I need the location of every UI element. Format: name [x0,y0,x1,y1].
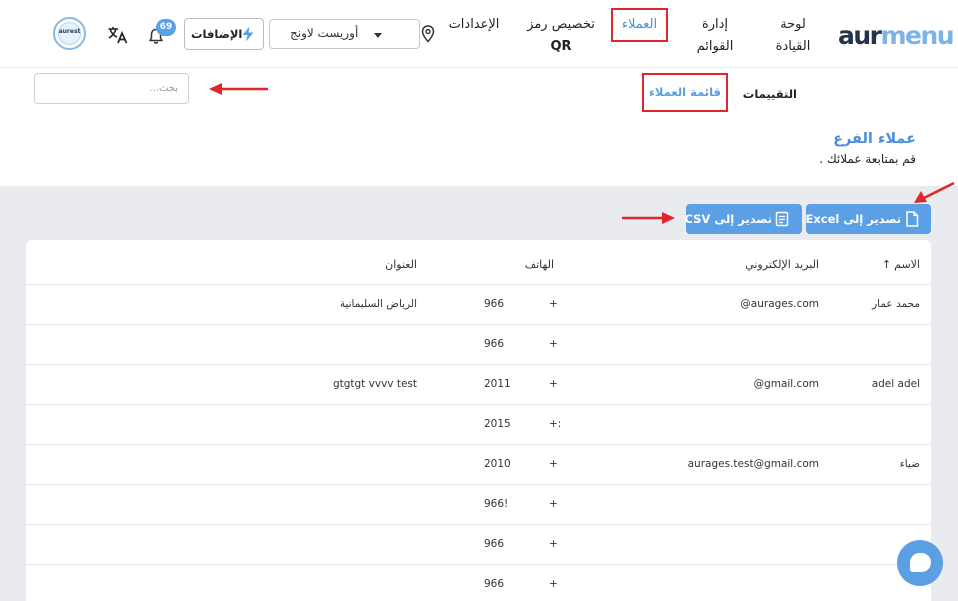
lightning-icon [242,26,254,42]
export-csv-button[interactable]: تصدير إلى CSV [684,204,802,234]
branch-select-value: أوريست لاونج [290,26,359,40]
location-pin-icon [421,25,435,43]
table-row[interactable]: + 966 [26,524,931,564]
addons-button[interactable]: الإضافات [184,18,264,50]
nav-settings[interactable]: الإعدادات [444,14,504,36]
sort-arrow-up-icon: ↑ [881,258,892,271]
red-arrow-annotation [622,212,675,224]
page-title: عملاء الفرع [833,131,916,147]
table-row[interactable]: adel adel @gmail.com + 2011 gtgtgt vvvv … [26,364,931,404]
page-subtitle: قم بمتابعة عملائك . [819,152,916,166]
file-icon [906,211,919,227]
notification-badge: 69 [156,19,176,36]
red-arrow-annotation [209,83,268,95]
search-input[interactable] [34,73,189,104]
column-header-name[interactable]: الاسم↑ [882,258,920,271]
top-header: aurmenu لوحة القيادة إدارة القوائم العمل… [0,0,958,68]
customers-table: الاسم↑ البريد الإلكتروني الهاتف العنوان … [26,240,931,601]
nav-qr-customization[interactable]: تخصيص رمز QR [526,14,596,58]
avatar[interactable]: aurest [53,17,86,50]
aurmenu-logo[interactable]: aurmenu [838,22,955,50]
table-row[interactable]: ضياء aurages.test@gmail.com + 2010 [26,444,931,484]
nav-menu-management[interactable]: إدارة القوائم [686,14,744,58]
table-row[interactable]: + 966 [26,324,931,364]
nav-dashboard[interactable]: لوحة القيادة [768,14,818,58]
column-header-phone[interactable]: الهاتف [525,258,554,271]
branch-select[interactable]: أوريست لاونج [269,19,420,49]
tab-ratings[interactable]: التقييمات [743,87,797,101]
chevron-down-icon [374,33,382,38]
document-lines-icon [775,211,789,227]
chat-support-button[interactable] [897,540,943,586]
table-row[interactable]: +: 2015 [26,404,931,444]
column-header-email[interactable]: البريد الإلكتروني [745,258,819,271]
table-row[interactable]: محمد عمار @aurages.com + 966 الرياض السل… [26,284,931,324]
export-excel-button[interactable]: تصدير إلى Excel [805,204,931,234]
nav-customers[interactable]: العملاء [611,8,668,42]
chat-bubble-icon [910,553,931,572]
table-row[interactable]: + 966! [26,484,931,524]
red-arrow-annotation [914,181,955,203]
table-row[interactable]: + 966 [26,564,931,601]
translate-icon[interactable] [107,25,129,45]
tab-customer-list[interactable]: قائمة العملاء [642,73,728,112]
column-header-address[interactable]: العنوان [385,258,417,271]
